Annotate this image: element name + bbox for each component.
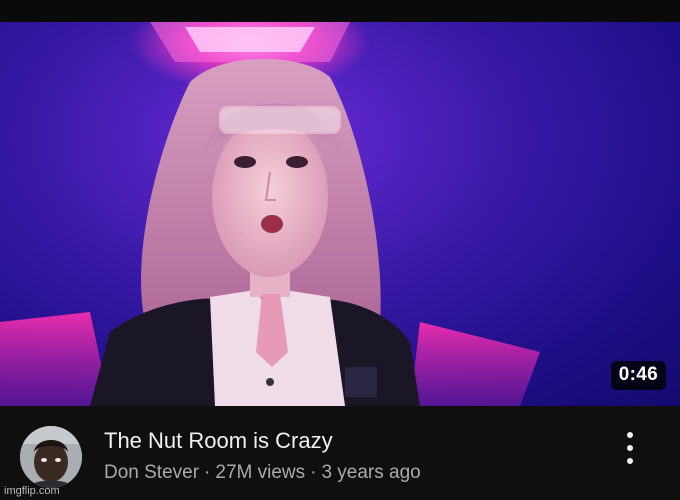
video-duration-badge: 0:46 (610, 361, 666, 390)
view-count: 27M views (215, 462, 306, 483)
more-dot (627, 458, 633, 464)
video-card: 0:46 The Nut Room is Crazy Don Stever · 27… (0, 0, 680, 500)
channel-name[interactable]: Don Stever (104, 462, 199, 483)
avatar-image (20, 426, 82, 488)
more-vert-icon[interactable] (620, 430, 640, 466)
video-details: The Nut Room is Crazy Don Stever · 27M vie… (0, 406, 680, 500)
video-thumbnail[interactable]: 0:46 (0, 22, 680, 406)
more-dot (627, 445, 633, 451)
more-dot (627, 432, 633, 438)
channel-avatar[interactable] (20, 426, 82, 488)
watermark: imgflip.com (4, 485, 60, 497)
thumbnail-image (0, 22, 540, 406)
video-title[interactable]: The Nut Room is Crazy (104, 428, 333, 454)
separator: · (204, 462, 211, 483)
separator: · (310, 462, 317, 483)
top-bar (0, 0, 680, 22)
video-metadata: Don Stever · 27M views · 3 years ago (104, 462, 421, 484)
upload-age: 3 years ago (321, 462, 421, 483)
